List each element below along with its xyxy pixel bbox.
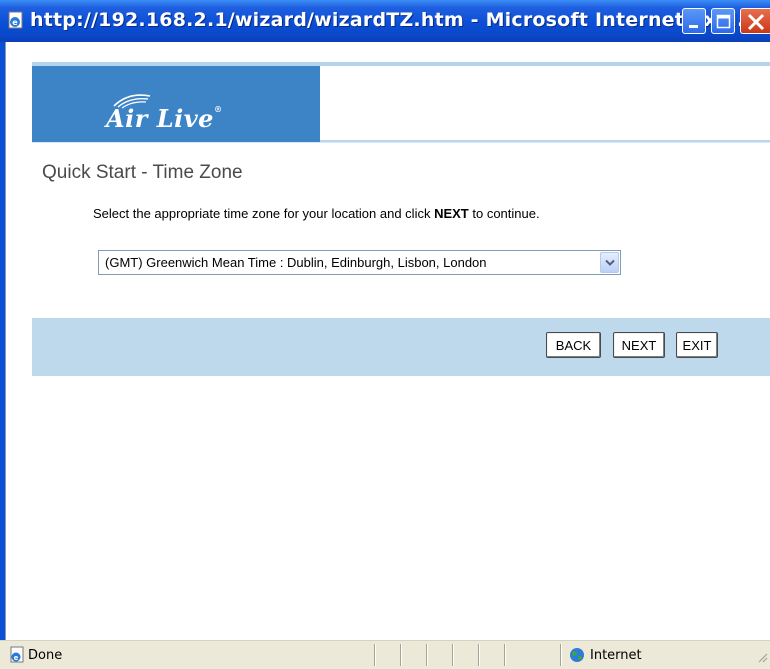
logo-text: Air Live®: [106, 104, 223, 133]
next-button[interactable]: NEXT: [613, 332, 665, 358]
status-separator: [374, 644, 376, 666]
status-separator: [560, 644, 562, 666]
banner-divider-light: [32, 142, 770, 143]
maximize-icon: [716, 14, 731, 29]
status-separator: [452, 644, 454, 666]
close-icon: [747, 13, 765, 31]
status-bar: e Done Internet: [0, 640, 770, 669]
globe-icon: [569, 647, 585, 667]
timezone-dropdown-button[interactable]: [600, 252, 619, 273]
timezone-select-value: (GMT) Greenwich Mean Time : Dublin, Edin…: [105, 255, 487, 270]
airlive-logo: Air Live®: [106, 90, 256, 140]
status-separator: [426, 644, 428, 666]
security-zone-label: Internet: [590, 648, 642, 663]
svg-text:e: e: [14, 654, 19, 662]
window-titlebar[interactable]: e http://192.168.2.1/wizard/wizardTZ.htm…: [0, 0, 770, 43]
minimize-icon: [689, 25, 698, 28]
window-title: http://192.168.2.1/wizard/wizardTZ.htm -…: [30, 9, 760, 31]
page-title: Quick Start - Time Zone: [42, 162, 243, 183]
maximize-button[interactable]: [711, 8, 735, 34]
chevron-down-icon: [605, 259, 615, 266]
ie-page-icon: e: [8, 646, 26, 668]
minimize-button[interactable]: [682, 8, 706, 34]
close-button[interactable]: [740, 8, 770, 34]
status-separator: [504, 644, 506, 666]
status-text: Done: [28, 648, 63, 663]
timezone-select[interactable]: (GMT) Greenwich Mean Time : Dublin, Edin…: [98, 250, 621, 275]
back-button[interactable]: BACK: [546, 332, 601, 358]
page-content: Air Live® Quick Start - Time Zone Select…: [6, 42, 770, 640]
ie-page-icon: e: [6, 10, 26, 30]
svg-text:e: e: [12, 18, 18, 27]
exit-button[interactable]: EXIT: [676, 332, 718, 358]
resize-grip-icon[interactable]: [756, 648, 768, 667]
status-separator: [400, 644, 402, 666]
status-separator: [478, 644, 480, 666]
instruction-text: Select the appropriate time zone for you…: [93, 206, 540, 221]
